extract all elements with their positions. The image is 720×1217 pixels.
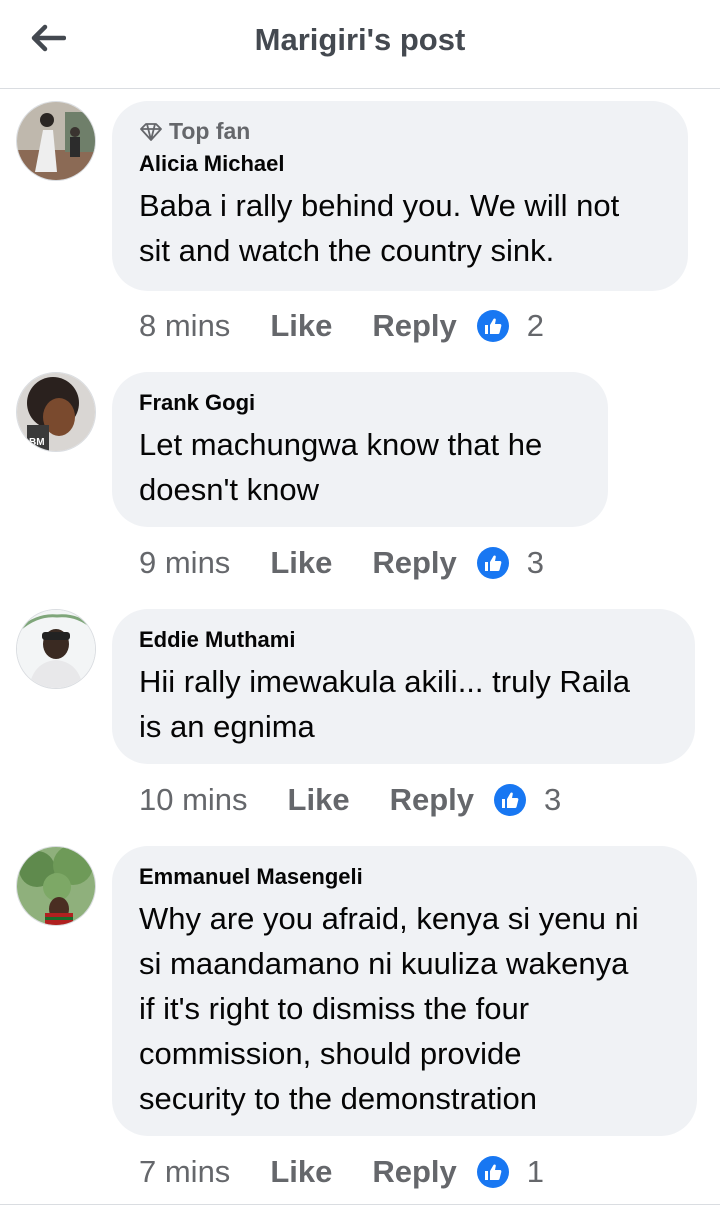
like-reaction-icon[interactable] (476, 1156, 509, 1188)
diamond-icon (140, 122, 162, 141)
reply-button[interactable]: Reply (372, 545, 456, 581)
avatar[interactable] (16, 101, 96, 181)
comment-time[interactable]: 7 mins (139, 1154, 230, 1190)
like-reaction-icon[interactable] (476, 310, 509, 342)
comment-author[interactable]: Emmanuel Masengeli (139, 864, 669, 890)
svg-text:BM: BM (29, 437, 45, 448)
reaction-count[interactable]: 3 (544, 782, 561, 818)
reaction-count[interactable]: 3 (527, 545, 544, 581)
comment-text: Why are you afraid, kenya si yenu ni si … (139, 901, 639, 1116)
reaction-count[interactable]: 2 (527, 308, 544, 344)
like-button[interactable]: Like (288, 782, 350, 818)
comment-text: Let machungwa know that he doesn't know (139, 427, 543, 507)
page-title: Marigiri's post (254, 22, 466, 57)
comment-actions: 10 mins Like Reply 3 (139, 780, 561, 820)
bottom-divider (0, 1204, 720, 1205)
reaction-count[interactable]: 1 (527, 1154, 544, 1190)
like-reaction-icon[interactable] (476, 547, 509, 579)
comment-text: Hii rally imewakula akili... truly Raila… (139, 664, 630, 744)
reply-button[interactable]: Reply (372, 1154, 456, 1190)
reply-button[interactable]: Reply (390, 782, 474, 818)
avatar[interactable] (16, 846, 96, 926)
comment-author[interactable]: Alicia Michael (139, 151, 660, 177)
comment-text: Baba i rally behind you. We will not sit… (139, 188, 620, 268)
comment-actions: 9 mins Like Reply 3 (139, 543, 544, 583)
like-button[interactable]: Like (270, 308, 332, 344)
comment-bubble: Eddie Muthami Hii rally imewakula akili.… (112, 609, 695, 764)
avatar[interactable] (16, 609, 96, 689)
reply-button[interactable]: Reply (372, 308, 456, 344)
comment-time[interactable]: 8 mins (139, 308, 230, 344)
top-bar: Marigiri's post (0, 0, 720, 89)
comment-time[interactable]: 9 mins (139, 545, 230, 581)
avatar[interactable]: BM (16, 372, 96, 452)
comment-time[interactable]: 10 mins (139, 782, 248, 818)
comment-actions: 7 mins Like Reply 1 (139, 1152, 544, 1192)
like-button[interactable]: Like (270, 545, 332, 581)
comment-actions: 8 mins Like Reply 2 (139, 306, 544, 346)
comment-author[interactable]: Frank Gogi (139, 390, 580, 416)
like-button[interactable]: Like (270, 1154, 332, 1190)
top-fan-label: Top fan (169, 118, 251, 144)
like-reaction-icon[interactable] (494, 784, 526, 816)
comment-bubble: Frank Gogi Let machungwa know that he do… (112, 372, 608, 527)
comment-bubble: Emmanuel Masengeli Why are you afraid, k… (112, 846, 697, 1136)
top-fan-badge: Top fan (139, 118, 660, 145)
comment-bubble: Top fan Alicia Michael Baba i rally behi… (112, 101, 688, 291)
comment-author[interactable]: Eddie Muthami (139, 627, 667, 653)
